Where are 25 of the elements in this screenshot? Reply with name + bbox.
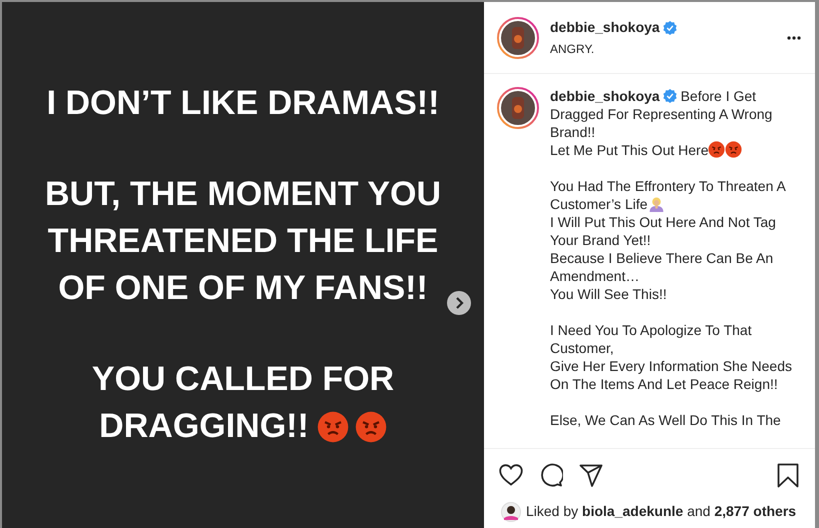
next-button[interactable] [447, 291, 471, 315]
caption-text: You Had The Effrontery To Threaten A Customer’s Life I Will Put This Out Here And Not Tag Your Brand Yet!! Because I Believe There Can Be An Amendment… You Will See This!! [550, 177, 787, 303]
comment-icon[interactable] [539, 463, 563, 487]
chevron-right-icon [454, 297, 464, 309]
username-link[interactable]: debbie_shokoya [550, 88, 660, 104]
image-text: I DON’T LIKE DRAMAS!! [46, 83, 440, 124]
avatar[interactable] [497, 16, 539, 58]
username-link[interactable]: debbie_shokoya [550, 17, 660, 38]
image-text: DRAGGING!! [99, 406, 309, 447]
caption-text: Else, We Can As Well Do This In The [550, 411, 782, 429]
send-icon[interactable] [579, 464, 603, 486]
bookmark-icon[interactable] [777, 462, 799, 488]
likes-text: Liked by biola_adekunle and 2,877 others [526, 502, 796, 521]
avatar[interactable] [497, 87, 539, 129]
image-text: BUT, THE MOMENT YOU [44, 174, 442, 215]
image-text: YOU CALLED FOR [92, 359, 394, 400]
location-text[interactable]: ANGRY. [550, 40, 787, 58]
liker-link[interactable]: biola_adekunle [582, 503, 684, 519]
more-options-icon[interactable] [787, 36, 801, 40]
caption-text: I Need You To Apologize To That Customer, Give Her Every Information She Needs On The Items And Let Peace Reign!! [550, 321, 792, 393]
image-text: THREATENED THE LIFE [48, 221, 438, 262]
image-text: OF ONE OF MY FANS!! [58, 268, 428, 309]
avatar[interactable] [501, 502, 521, 522]
heart-icon[interactable] [499, 464, 523, 486]
caption-text: debbie_shokoya Before I Get Dragged For Representing A Wrong Brand!! Let Me Put This Out Here [550, 87, 774, 159]
